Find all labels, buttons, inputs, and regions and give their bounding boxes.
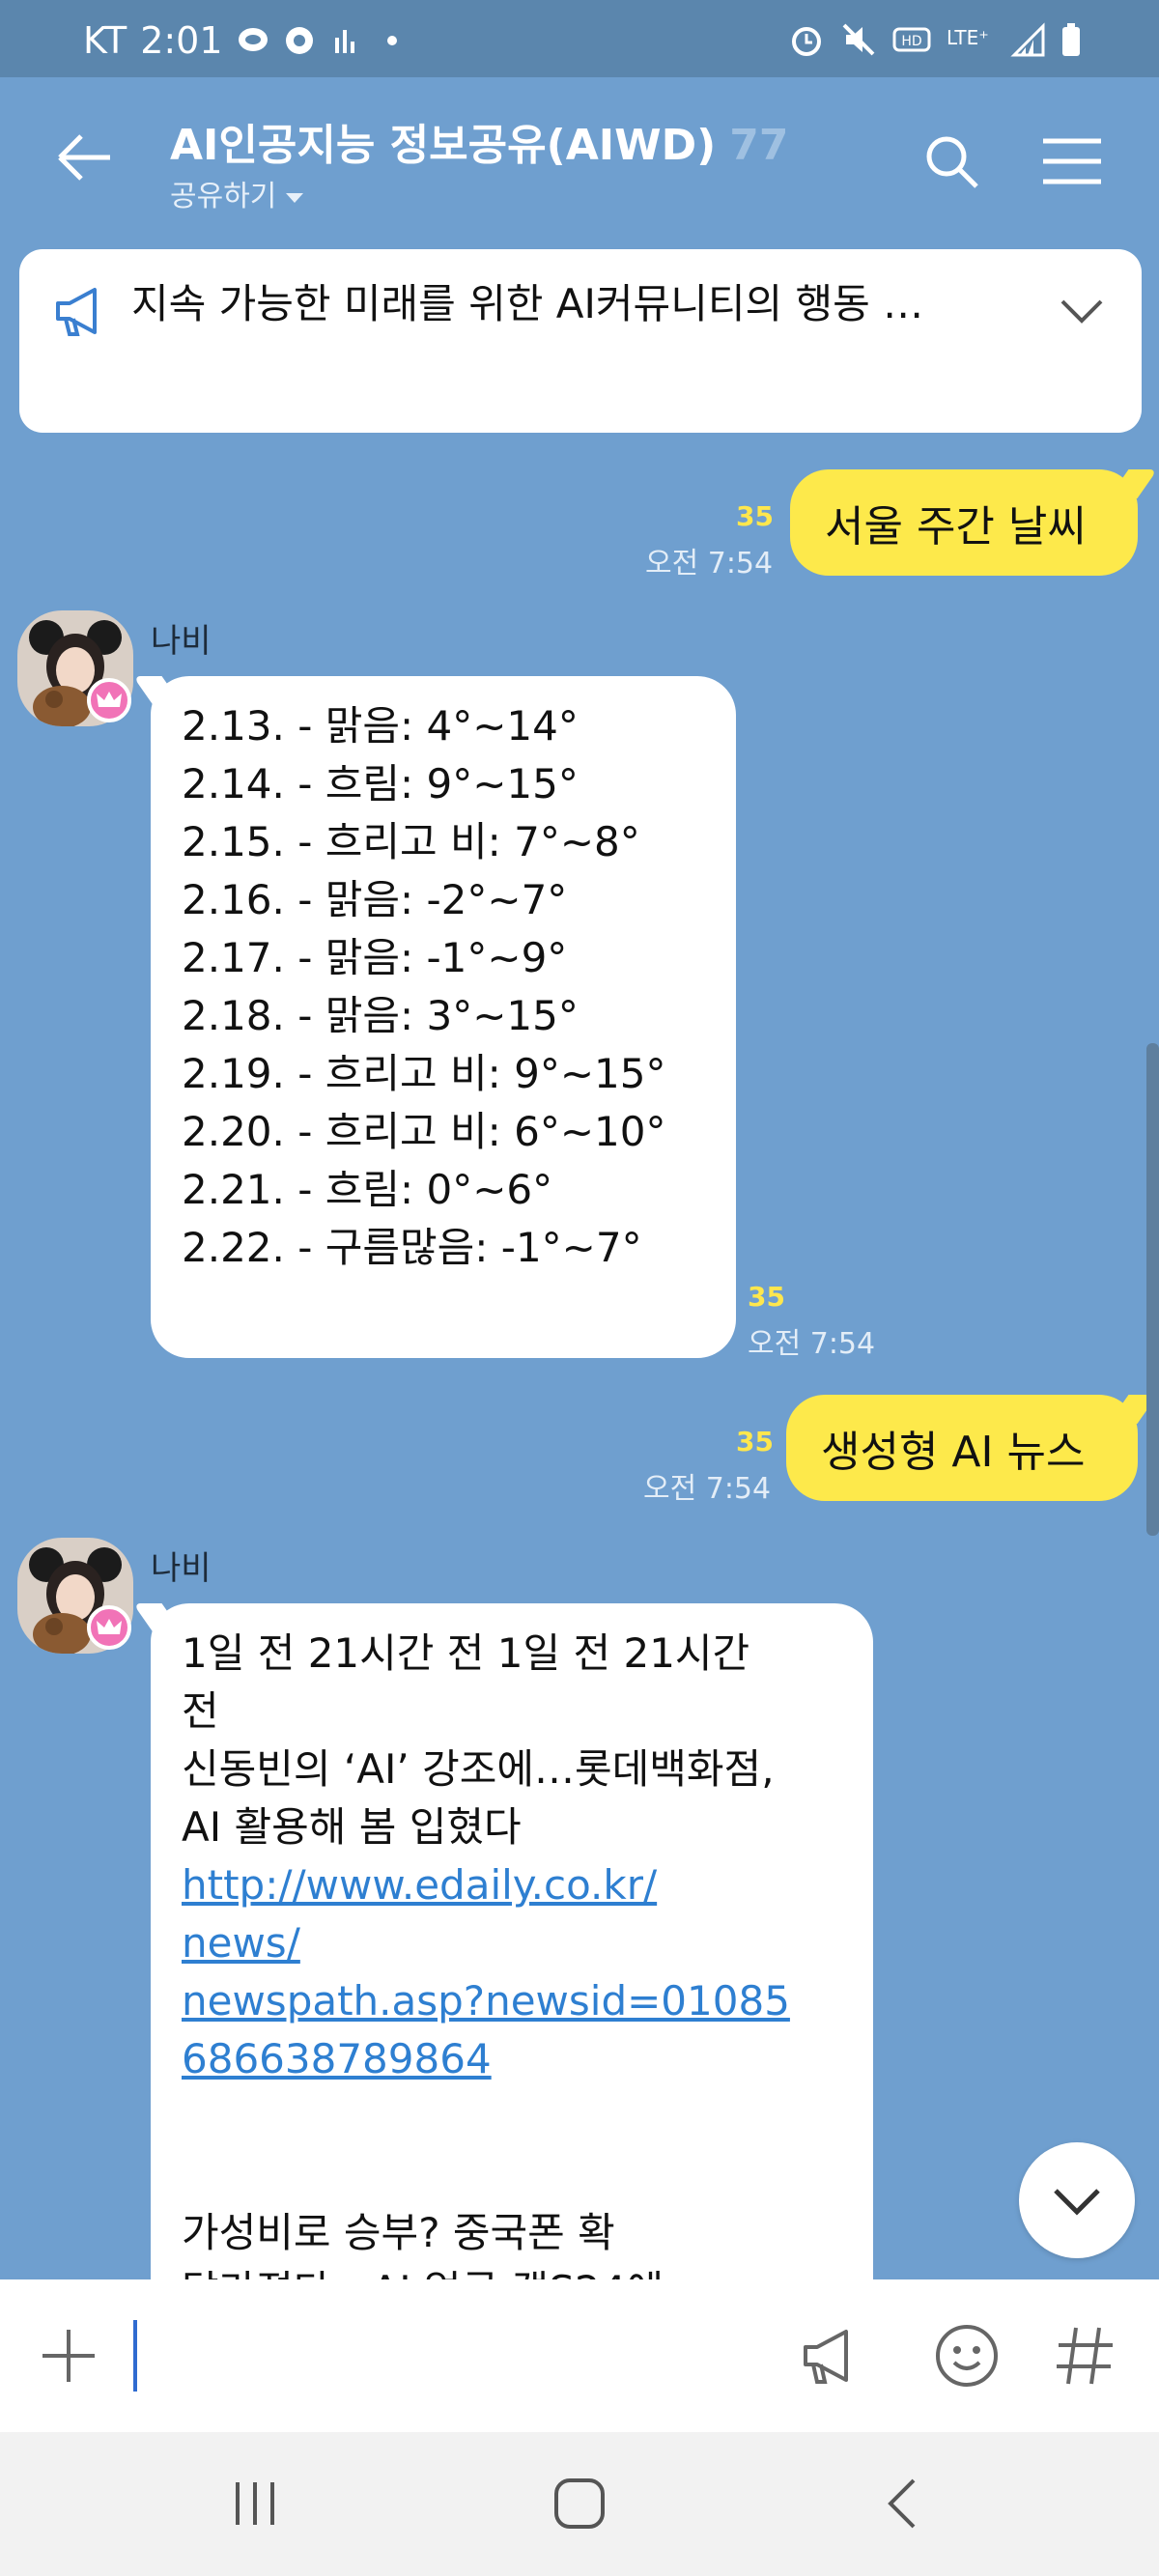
message-line: 2.15. - 흐리고 비: 7°~8°: [182, 818, 640, 865]
message-line: 1일 전 21시간 전 1일 전 21시간: [182, 1629, 750, 1677]
message-line: 가성비로 승부? 중국폰 확: [182, 2209, 615, 2256]
aperture-icon: [285, 27, 313, 54]
sender-name: 나비: [151, 622, 212, 661]
message-line: AI 활용해 봄 입혔다: [182, 1803, 522, 1851]
host-crown-badge: [87, 1605, 131, 1650]
sender-name: 나비: [151, 1549, 212, 1588]
scroll-to-bottom-button[interactable]: [1019, 2142, 1135, 2258]
message-line: 신동빈의 ‘AI’ 강조에…롯데백화점,: [182, 1745, 775, 1793]
message-line: 2.22. - 구름많음: -1°~7°: [182, 1224, 642, 1271]
member-count: 77: [729, 121, 789, 170]
hd-icon: HD: [892, 27, 931, 52]
share-dropdown[interactable]: 공유하기: [170, 172, 304, 214]
message-bubble[interactable]: 1일 전 21시간 전 1일 전 21시간 전 신동빈의 ‘AI’ 강조에…롯데…: [151, 1603, 873, 2337]
megaphone-icon[interactable]: [798, 2322, 865, 2390]
message-input-bar: [0, 2279, 1159, 2432]
crown-icon: [97, 1619, 122, 1634]
message-line: 2.21. - 흐림: 0°~6°: [182, 1166, 553, 1213]
alarm-icon: [792, 27, 821, 56]
svg-text:HD: HD: [901, 34, 921, 49]
chat-title: AI인공지능 정보공유(AIWD) 77: [170, 110, 789, 172]
message-line: 2.14. - 흐림: 9°~15°: [182, 760, 579, 807]
chat-header: AI인공지능 정보공유(AIWD) 77 공유하기: [0, 77, 1159, 232]
plus-icon[interactable]: [39, 2326, 99, 2386]
news-link[interactable]: 686638789864: [182, 2030, 842, 2088]
unread-count: 35: [748, 1281, 785, 1313]
news-link[interactable]: news/: [182, 1914, 842, 1972]
share-label: 공유하기: [170, 180, 277, 213]
chevron-down-icon: [286, 192, 304, 203]
clock-label: 2:01: [140, 19, 223, 62]
message-line: 2.19. - 흐리고 비: 9°~15°: [182, 1050, 666, 1097]
carrier-label: KT: [83, 19, 127, 62]
message-line: 2.18. - 맑음: 3°~15°: [182, 992, 579, 1039]
megaphone-icon: [56, 288, 97, 336]
home-icon[interactable]: [551, 2475, 608, 2533]
notice-banner[interactable]: 지속 가능한 미래를 위한 AI커뮤니티의 행동 …: [19, 249, 1142, 433]
system-nav-bar: [0, 2432, 1159, 2576]
unread-count: 35: [736, 500, 774, 532]
crown-icon: [97, 692, 122, 707]
bars-icon: [334, 30, 354, 53]
back-icon[interactable]: [875, 2475, 933, 2533]
status-right: HD LTE⁺: [788, 21, 1082, 58]
message-time: 오전 7:54: [748, 1327, 876, 1361]
message-text: 생성형 AI 뉴스: [821, 1428, 1086, 1477]
dot-icon: [386, 36, 397, 45]
my-message-bubble[interactable]: 생성형 AI 뉴스: [786, 1395, 1138, 1501]
notice-text: 지속 가능한 미래를 위한 AI커뮤니티의 행동 …: [131, 280, 924, 327]
my-message-bubble[interactable]: 서울 주간 날씨: [790, 469, 1138, 576]
mute-icon: [842, 23, 875, 56]
message-line: 2.13. - 맑음: 4°~14°: [182, 702, 579, 750]
message-line: 2.20. - 흐리고 비: 6°~10°: [182, 1108, 666, 1155]
message-bubble[interactable]: 2.13. - 맑음: 4°~14° 2.14. - 흐림: 9°~15° 2.…: [151, 676, 736, 1358]
chevron-down-icon: [1054, 2189, 1100, 2216]
message-line: 2.17. - 맑음: -1°~9°: [182, 934, 568, 981]
host-crown-badge: [87, 678, 131, 722]
search-icon[interactable]: [923, 133, 981, 191]
status-left: KT 2:01: [83, 19, 409, 62]
status-bar: KT 2:01 HD LTE⁺: [0, 0, 1159, 77]
chat-title-text: AI인공지능 정보공유(AIWD): [170, 121, 717, 170]
scrollbar-thumb[interactable]: [1146, 1043, 1159, 1536]
unread-count: 35: [736, 1426, 774, 1458]
news-link[interactable]: newspath.asp?newsid=01085: [182, 1972, 842, 2030]
battery-icon: [1062, 23, 1080, 56]
emoticon-icon[interactable]: [933, 2322, 1001, 2390]
message-input-field[interactable]: [133, 2320, 137, 2392]
recent-apps-icon[interactable]: [226, 2475, 284, 2533]
hamburger-menu-icon[interactable]: [1041, 137, 1103, 185]
hashtag-icon[interactable]: [1051, 2322, 1118, 2390]
svg-text:LTE⁺: LTE⁺: [947, 26, 989, 49]
message-line: 2.16. - 맑음: -2°~7°: [182, 876, 568, 923]
signal-icon: [1010, 22, 1045, 57]
message-line: 전: [182, 1687, 219, 1735]
message-time: 오전 7:54: [643, 1472, 772, 1506]
news-link[interactable]: http://www.edaily.co.kr/: [182, 1856, 842, 1914]
talk-notification-icon: [238, 28, 268, 51]
back-arrow-icon[interactable]: [56, 133, 114, 182]
chevron-down-icon[interactable]: [1059, 297, 1105, 326]
message-time: 오전 7:54: [645, 547, 774, 580]
lte-icon: LTE⁺: [947, 26, 989, 49]
message-text: 서울 주간 날씨: [825, 502, 1087, 552]
